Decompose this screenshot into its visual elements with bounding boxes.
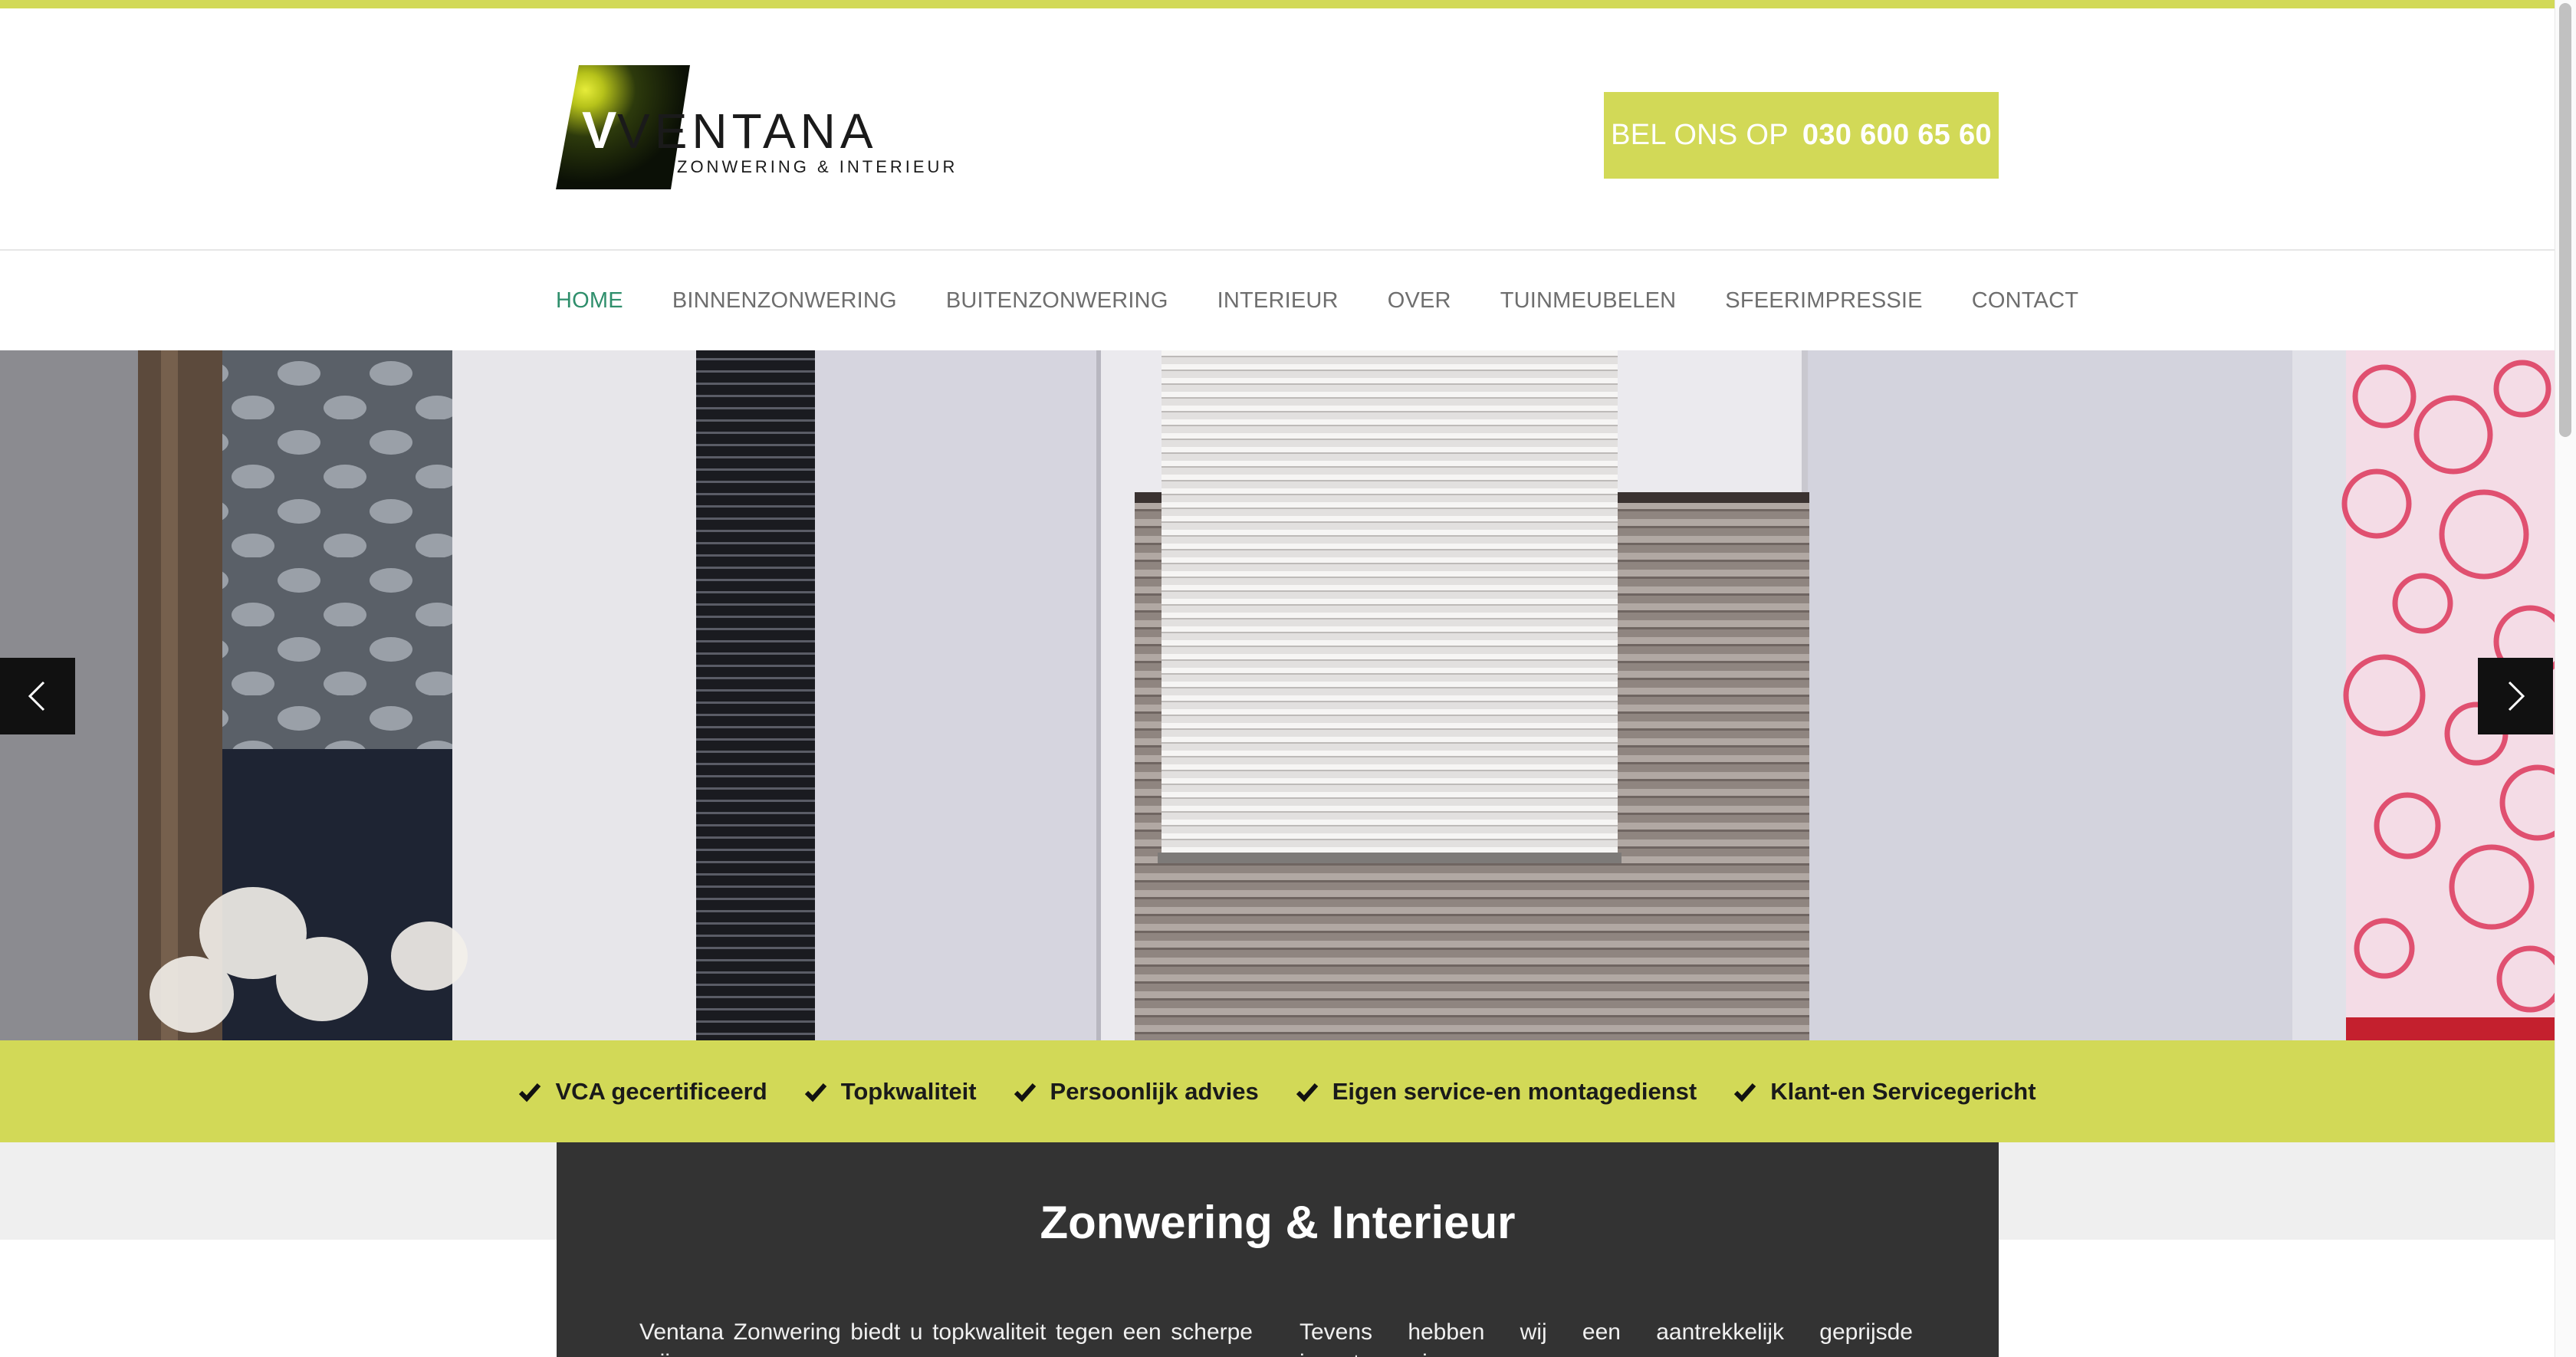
usp-label: Topkwaliteit [840, 1077, 977, 1105]
hero-slider [0, 350, 2555, 1040]
usp-item: Persoonlijk advies [1014, 1078, 1259, 1106]
usp-label: Persoonlijk advies [1050, 1077, 1259, 1105]
top-accent-bar [0, 0, 2555, 8]
nav-item-buitenzonwering[interactable]: BUITENZONWERING [946, 288, 1168, 314]
logo-tagline: ZONWERING & INTERIEUR [677, 157, 958, 176]
logo[interactable]: V VENTANA ZONWERING & INTERIEUR [556, 65, 966, 189]
logo-wordmark: VENTANA [617, 104, 878, 159]
usp-item: Eigen service-en montagedienst [1296, 1078, 1697, 1106]
intro-text-right: Tevens hebben wij een aantrekkelijk gepr… [1300, 1319, 1913, 1357]
page: V VENTANA ZONWERING & INTERIEUR BEL ONS … [0, 0, 2555, 1357]
nav-item-interieur[interactable]: INTERIEUR [1217, 288, 1339, 314]
usp-item: Topkwaliteit [804, 1078, 977, 1106]
hero-image [0, 350, 2555, 1040]
nav-item-binnenzonwering[interactable]: BINNENZONWERING [672, 288, 897, 314]
section-title: Zonwering & Interieur [1040, 1197, 1516, 1248]
phone-number: 030 600 65 60 [1802, 119, 1992, 151]
slider-prev-button[interactable] [0, 658, 75, 734]
check-icon [1734, 1083, 1756, 1102]
usp-strip: VCA gecertificeerd Topkwaliteit Persoonl… [0, 1040, 2555, 1142]
check-icon [1296, 1083, 1318, 1102]
nav-item-sfeerimpressie[interactable]: SFEERIMPRESSIE [1725, 288, 1922, 314]
page-scrollbar-thumb[interactable] [2559, 3, 2571, 437]
usp-item: Klant-en Servicegericht [1733, 1078, 2036, 1106]
nav-item-over[interactable]: OVER [1388, 288, 1451, 314]
usp-label: VCA gecertificeerd [555, 1077, 767, 1105]
chevron-left-icon [28, 681, 45, 711]
check-icon [519, 1083, 541, 1102]
call-us-button[interactable]: BEL ONS OP 030 600 65 60 [1604, 92, 1999, 179]
nav-item-tuinmeubelen[interactable]: TUINMEUBELEN [1500, 288, 1677, 314]
svg-text:V: V [582, 101, 616, 159]
check-icon [804, 1083, 826, 1102]
nav-item-contact[interactable]: CONTACT [1972, 288, 2078, 314]
usp-item: VCA gecertificeerd [518, 1078, 767, 1106]
chevron-right-icon [2508, 681, 2525, 711]
intro-text-left: Ventana Zonwering biedt u topkwaliteit t… [639, 1319, 1253, 1357]
nav-item-home[interactable]: HOME [556, 288, 623, 314]
check-icon [1014, 1083, 1036, 1102]
usp-label: Eigen service-en montagedienst [1332, 1077, 1697, 1105]
slider-next-button[interactable] [2478, 658, 2553, 734]
call-us-label: BEL ONS OP [1611, 119, 1789, 151]
main-nav: HOME BINNENZONWERING BUITENZONWERING INT… [556, 251, 2128, 350]
usp-label: Klant-en Servicegericht [1770, 1077, 2036, 1105]
